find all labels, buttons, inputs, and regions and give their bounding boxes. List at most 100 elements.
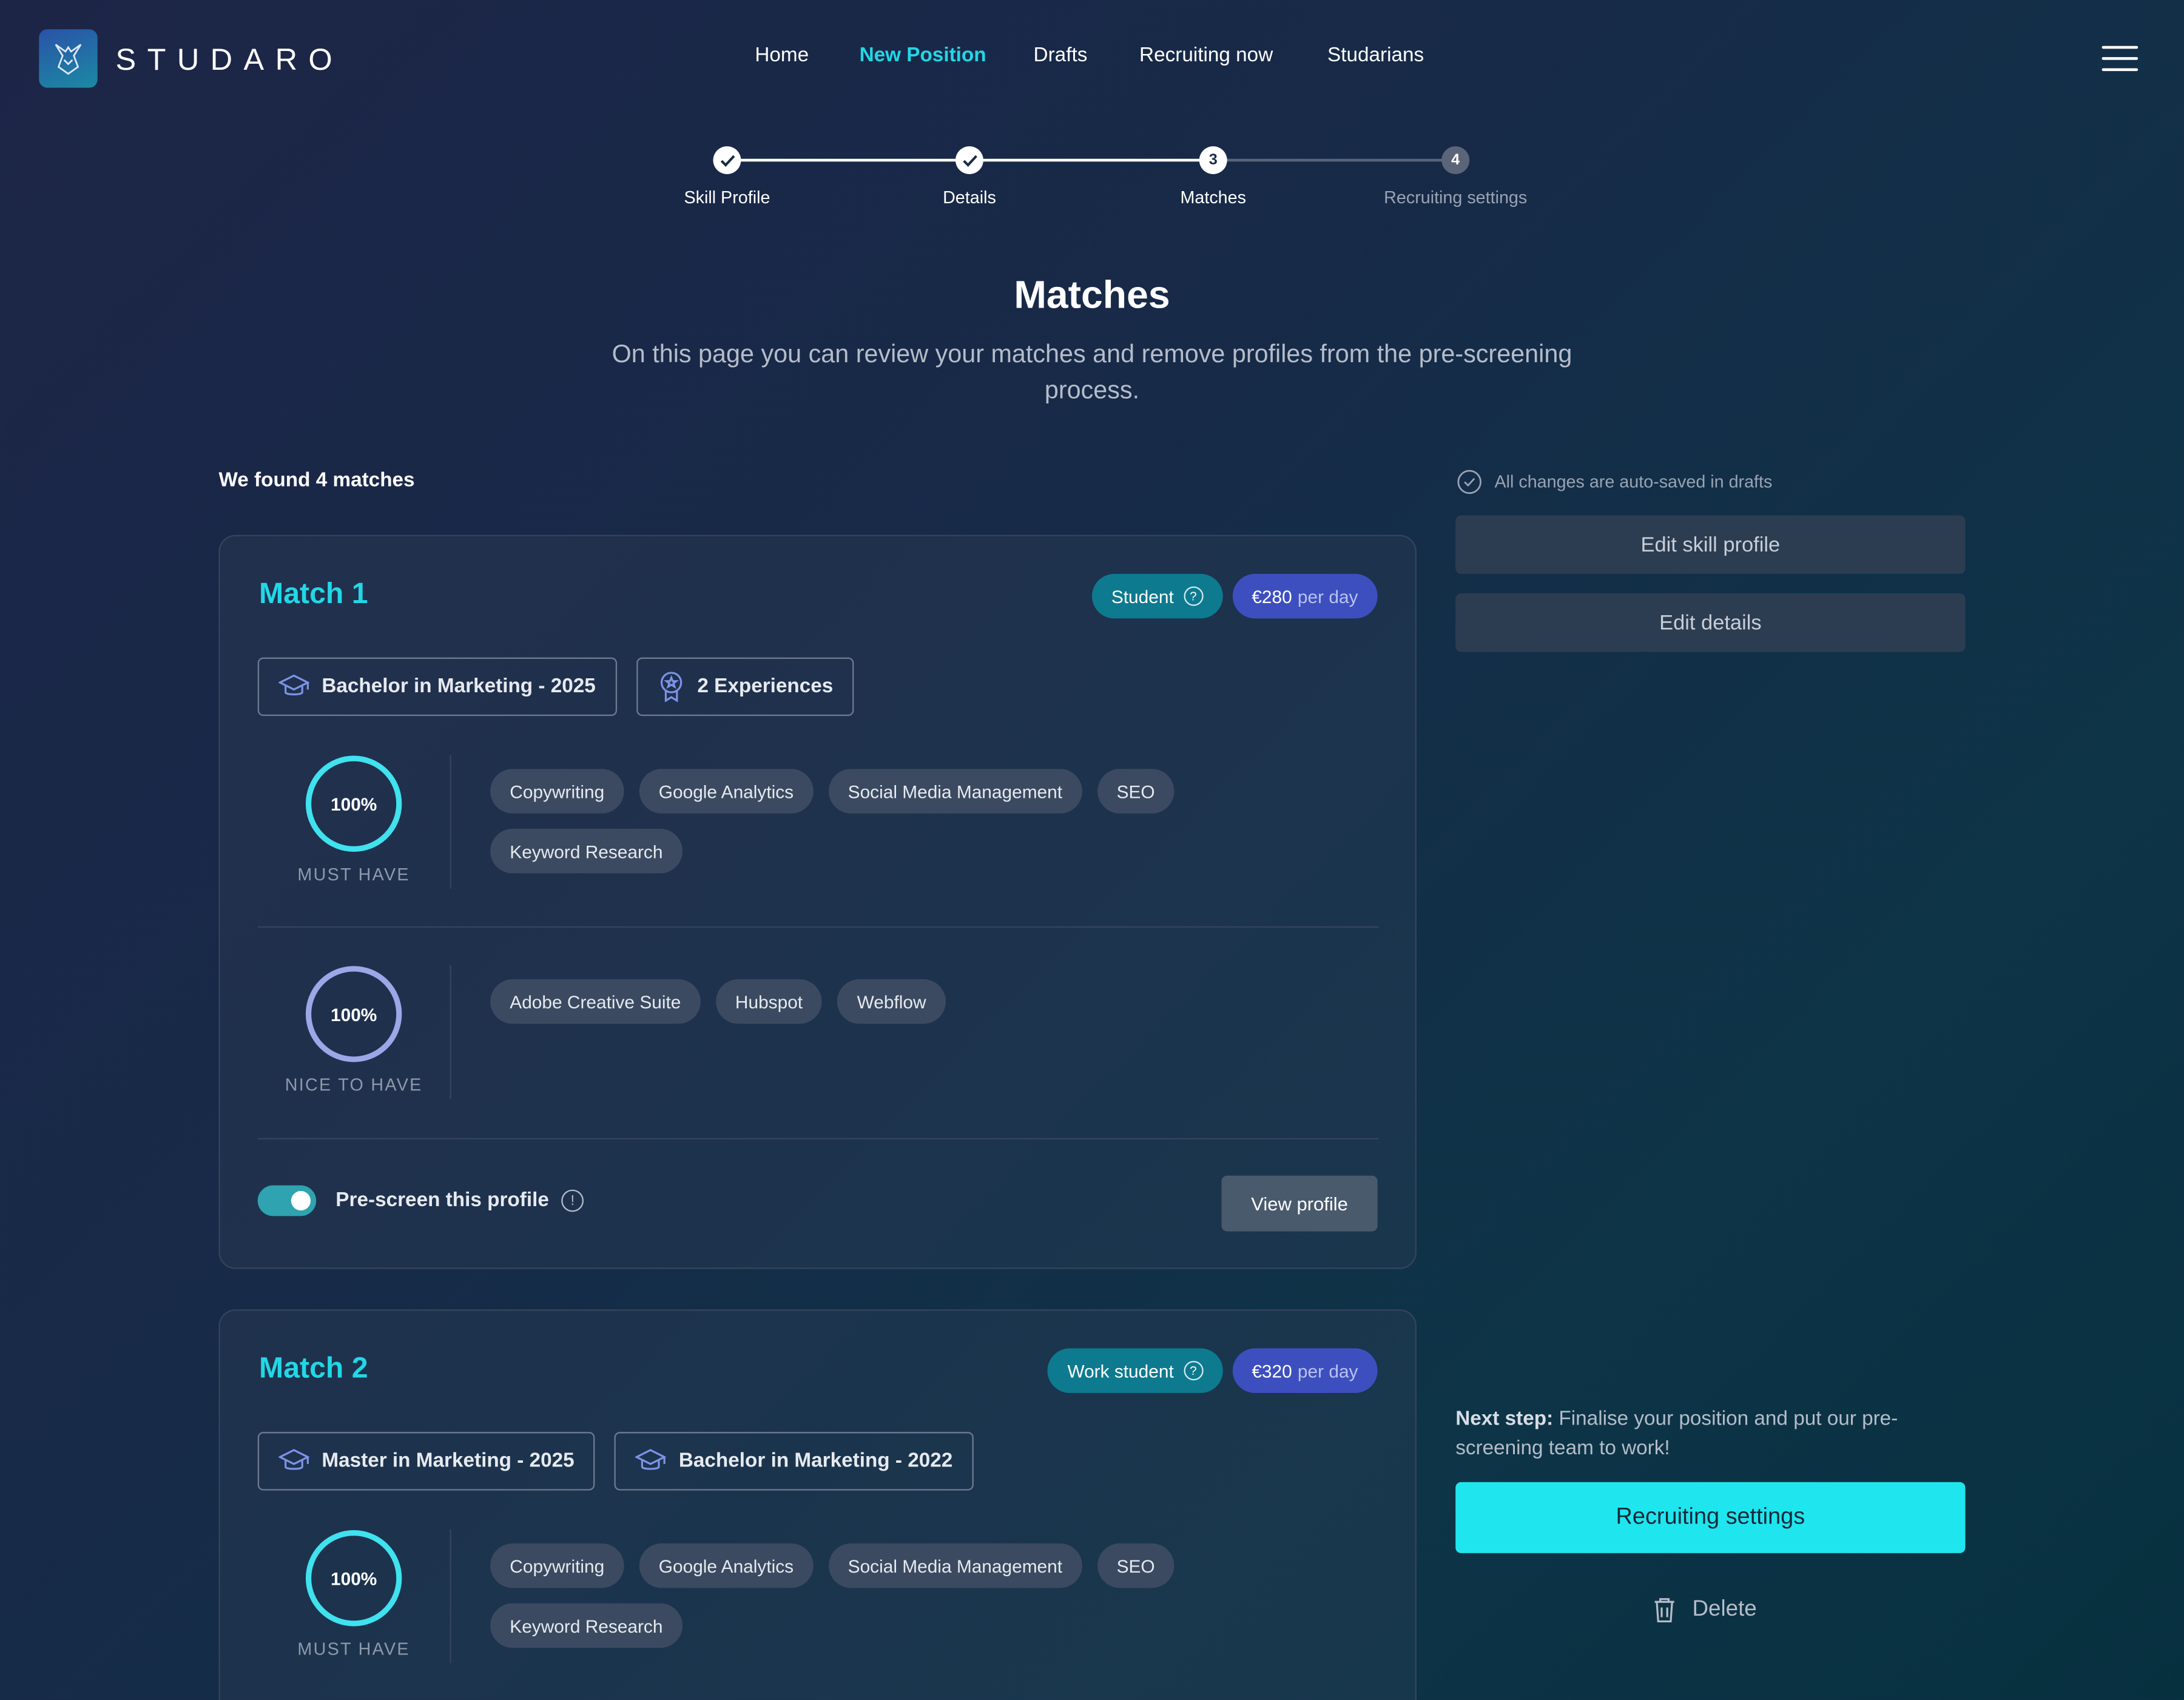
divider (450, 965, 451, 1099)
check-circle-icon (1457, 470, 1481, 494)
info-icon[interactable]: ! (561, 1189, 584, 1212)
nice-to-have-section: 100% NICE TO HAVE Adobe Creative Suite H… (258, 965, 1379, 1099)
edit-skill-profile-button[interactable]: Edit skill profile (1455, 515, 1966, 574)
education-chip: Master in Marketing - 2025 (257, 1432, 596, 1491)
skill-tag: Keyword Research (490, 829, 682, 874)
skill-tag: Copywriting (490, 1543, 624, 1588)
student-type-badge[interactable]: Work student ? (1048, 1348, 1223, 1393)
skill-tag: Social Media Management (828, 1543, 1082, 1588)
price-value: €320 (1252, 1360, 1292, 1381)
section-divider (257, 926, 1379, 928)
price-unit: per day (1297, 585, 1358, 607)
question-icon[interactable]: ? (1183, 1361, 1203, 1381)
skill-tag: SEO (1097, 769, 1175, 814)
step-4-label: Recruiting settings (1384, 187, 1528, 208)
match-count: We found 4 matches (218, 469, 415, 492)
match-title: Match 2 (259, 1352, 368, 1385)
step-2-check-icon[interactable] (955, 146, 983, 174)
match-badges: Work student ? €320 per day (1048, 1348, 1378, 1393)
must-have-section: 100% MUST HAVE Copywriting Google Analyt… (258, 755, 1379, 889)
step-2-label: Details (943, 187, 996, 208)
stepper-line-todo (1213, 158, 1456, 162)
must-have-label: MUST HAVE (297, 865, 410, 885)
match-title: Match 1 (259, 578, 368, 610)
page-title: Matches (1014, 272, 1170, 317)
graduation-cap-icon (278, 674, 309, 696)
recruiting-settings-button[interactable]: Recruiting settings (1455, 1482, 1966, 1553)
view-profile-button[interactable]: View profile (1221, 1175, 1378, 1232)
must-have-percent: 100% (330, 793, 377, 814)
step-1-label: Skill Profile (684, 187, 770, 208)
education-row: Bachelor in Marketing - 2025 2 Experienc… (257, 657, 854, 717)
education-label: Bachelor in Marketing - 2022 (678, 1450, 953, 1472)
nav-studarians[interactable]: Studarians (1327, 44, 1424, 67)
skill-tag: Google Analytics (639, 769, 814, 814)
nav-home[interactable]: Home (755, 44, 809, 67)
education-chip: Bachelor in Marketing - 2022 (615, 1432, 974, 1491)
next-step-label: Next step: (1455, 1408, 1554, 1431)
price-value: €280 (1252, 585, 1292, 607)
section-divider (257, 1138, 1379, 1140)
divider (450, 755, 451, 889)
main-nav: Home New Position Drafts Recruiting now … (0, 44, 2184, 75)
skill-tag: Copywriting (490, 769, 624, 814)
nice-to-have-tags: Adobe Creative Suite Hubspot Webflow (490, 979, 1353, 1024)
price-unit: per day (1297, 1360, 1358, 1381)
skill-tag: Hubspot (715, 979, 823, 1024)
must-have-percent: 100% (330, 1568, 377, 1589)
autosave-status: All changes are auto-saved in drafts (1457, 470, 1773, 494)
nice-to-have-label: NICE TO HAVE (285, 1075, 423, 1095)
price-badge: €280 per day (1232, 573, 1378, 619)
step-4-number[interactable]: 4 (1441, 146, 1470, 174)
skill-tag: Webflow (837, 979, 946, 1024)
trash-icon (1654, 1598, 1674, 1623)
delete-button[interactable]: Delete (1652, 1594, 1757, 1627)
skill-tag: SEO (1097, 1543, 1175, 1588)
page-subtitle: On this page you can review your matches… (612, 340, 1572, 404)
match-badges: Student ? €280 per day (1091, 573, 1378, 619)
step-1-check-icon[interactable] (713, 146, 741, 174)
next-step-hint: Next step: Finalise your position and pu… (1455, 1406, 1965, 1464)
must-have-section: 100% MUST HAVE Copywriting Google Analyt… (258, 1529, 1379, 1664)
must-have-tags: Copywriting Google Analytics Social Medi… (490, 769, 1353, 874)
education-row: Master in Marketing - 2025 Bachelor in M… (257, 1432, 974, 1491)
divider (450, 1529, 451, 1664)
skill-tag: Keyword Research (490, 1603, 682, 1648)
match-card-2: Match 2 Work student ? €320 per day Mast… (218, 1309, 1417, 1700)
must-have-tags: Copywriting Google Analytics Social Medi… (490, 1543, 1353, 1648)
education-chip: Bachelor in Marketing - 2025 (257, 657, 617, 717)
hamburger-menu-icon[interactable] (2101, 44, 2138, 72)
app-root: STUDARO Home New Position Drafts Recruit… (0, 0, 2184, 1700)
skill-tag: Google Analytics (639, 1543, 814, 1588)
step-3-number[interactable]: 3 (1199, 146, 1227, 174)
prescreen-control: Pre-screen this profile ! (257, 1185, 584, 1216)
step-3-label: Matches (1180, 187, 1246, 208)
edit-details-button[interactable]: Edit details (1455, 593, 1966, 652)
experience-chip: 2 Experiences (636, 657, 854, 717)
skill-tag: Adobe Creative Suite (490, 979, 701, 1024)
progress-stepper: 3 4 Skill Profile Details Matches Recrui… (0, 140, 2184, 223)
price-badge: €320 per day (1232, 1348, 1378, 1393)
graduation-cap-icon (635, 1449, 667, 1470)
education-label: Master in Marketing - 2025 (322, 1450, 575, 1472)
prescreen-label: Pre-screen this profile (335, 1189, 549, 1212)
delete-label: Delete (1692, 1597, 1757, 1622)
question-icon[interactable]: ? (1183, 586, 1203, 606)
nav-new-position[interactable]: New Position (860, 44, 986, 67)
autosave-text: All changes are auto-saved in drafts (1494, 472, 1773, 492)
nav-recruiting-now[interactable]: Recruiting now (1139, 44, 1273, 67)
nav-drafts[interactable]: Drafts (1034, 44, 1088, 67)
student-type-label: Work student (1067, 1360, 1174, 1381)
nice-to-have-percent: 100% (330, 1003, 377, 1025)
skill-tag: Social Media Management (828, 769, 1082, 814)
prescreen-toggle[interactable] (257, 1185, 317, 1216)
student-type-badge[interactable]: Student ? (1091, 573, 1223, 619)
top-header: STUDARO Home New Position Drafts Recruit… (0, 0, 2184, 117)
education-label: Bachelor in Marketing - 2025 (322, 675, 596, 698)
student-type-label: Student (1111, 585, 1174, 607)
must-have-label: MUST HAVE (297, 1639, 410, 1659)
award-icon (660, 672, 682, 703)
graduation-cap-icon (278, 1449, 309, 1470)
experience-label: 2 Experiences (697, 675, 834, 698)
match-card-1: Match 1 Student ? €280 per day Bachelor … (218, 535, 1417, 1269)
